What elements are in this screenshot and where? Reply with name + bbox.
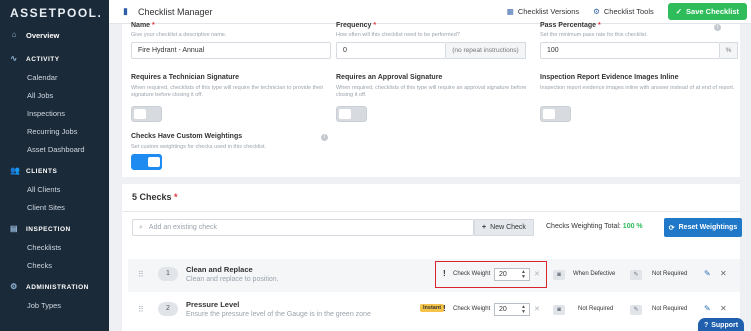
check-weight-input[interactable]: 20 ▲ ▼ xyxy=(494,303,530,316)
check-title: Clean and Replace xyxy=(186,265,253,274)
custom-weightings-label: Checks Have Custom Weightings xyxy=(131,133,243,140)
condition-value[interactable]: Not Required xyxy=(578,306,613,312)
top-bar: ▮ Checklist Manager ▦ Checklist Versions… xyxy=(109,0,751,24)
custom-weightings-toggle[interactable] xyxy=(131,154,162,170)
name-input[interactable]: Fire Hydrant - Annual xyxy=(131,42,331,59)
requirement-value[interactable]: Not Required xyxy=(652,271,687,277)
reset-weightings-button[interactable]: ⟳ Reset Weightings xyxy=(664,218,742,237)
pulse-icon: ∿ xyxy=(10,54,18,63)
name-hint: Give your checklist a descriptive name. xyxy=(131,32,227,38)
sidebar-item-client-sites[interactable]: Client Sites xyxy=(0,198,109,216)
sidebar-section-activity: ∿ ACTIVITY xyxy=(10,54,60,63)
pass-percentage-input[interactable]: 100 xyxy=(540,42,720,59)
sidebar-item-all-jobs[interactable]: All Jobs xyxy=(0,86,109,104)
sidebar-item-label: Overview xyxy=(26,30,60,40)
condition-value[interactable]: When Defective xyxy=(573,271,615,277)
pass-percentage-label: Pass Percentage * xyxy=(540,22,601,29)
warning-icon: ! xyxy=(443,304,446,313)
document-icon: ▮ xyxy=(123,6,128,16)
add-existing-check-input[interactable]: ⌕ Add an existing check xyxy=(132,219,474,236)
check-title: Pressure Level xyxy=(186,300,240,309)
frequency-label: Frequency * xyxy=(336,22,377,29)
camera-icon: ◙ xyxy=(553,305,565,315)
approval-signature-label: Requires an Approval Signature xyxy=(336,74,443,81)
new-check-button[interactable]: + New Check xyxy=(474,219,534,236)
frequency-addon: (no repeat instructions) xyxy=(446,42,526,59)
evidence-images-label: Inspection Report Evidence Images Inline xyxy=(540,74,679,81)
checklist-tools-button[interactable]: ⚙ Checklist Tools xyxy=(593,7,654,16)
check-icon: ✓ xyxy=(675,7,683,16)
check-row[interactable]: ⠿ 1 Clean and Replace Clean and replace … xyxy=(128,259,740,292)
sidebar-item-checklists[interactable]: Checklists xyxy=(0,238,109,256)
sidebar-item-asset-dashboard[interactable]: Asset Dashboard xyxy=(0,140,109,158)
help-icon: ? xyxy=(703,321,709,329)
pass-percentage-hint: Set the minimum pass rate for this check… xyxy=(540,32,648,38)
evidence-images-toggle[interactable] xyxy=(540,106,571,122)
check-weight-highlight-box xyxy=(435,261,547,288)
sidebar-section-clients: 👥 CLIENTS xyxy=(10,166,58,175)
sidebar-item-recurring-jobs[interactable]: Recurring Jobs xyxy=(0,122,109,140)
check-number: 1 xyxy=(158,267,178,281)
weighting-total: Checks Weighting Total: 100 % xyxy=(546,223,643,230)
checks-card: 5 Checks * ⌕ Add an existing check + New… xyxy=(122,184,742,331)
refresh-icon: ⟳ xyxy=(668,224,675,232)
check-row[interactable]: ⠿ 2 Pressure Level Ensure the pressure l… xyxy=(128,294,740,327)
check-number: 2 xyxy=(158,302,178,316)
drag-handle-icon[interactable]: ⠿ xyxy=(138,270,144,279)
requirement-value[interactable]: Not Required xyxy=(652,306,687,312)
sidebar-item-all-clients[interactable]: All Clients xyxy=(0,180,109,198)
name-label: Name * xyxy=(131,22,155,29)
checklist-settings-card: Name * Give your checklist a descriptive… xyxy=(122,22,740,177)
home-icon: ⌂ xyxy=(11,30,17,39)
remove-icon[interactable]: ✕ xyxy=(720,304,727,313)
remove-icon[interactable]: ✕ xyxy=(720,269,727,278)
clipboard-icon: ▤ xyxy=(10,224,19,233)
app-logo[interactable]: ASSETPOOL. xyxy=(0,0,109,26)
sidebar: ASSETPOOL. ⌂ Overview ∿ ACTIVITY Calenda… xyxy=(0,0,109,331)
evidence-images-hint: Inspection report evidence images inline… xyxy=(540,85,735,91)
checklist-versions-button[interactable]: ▦ Checklist Versions xyxy=(507,7,579,16)
sidebar-item-inspections[interactable]: Inspections xyxy=(0,104,109,122)
technician-signature-hint: When required, checklists of this type w… xyxy=(131,85,324,98)
technician-signature-label: Requires a Technician Signature xyxy=(131,74,240,81)
instant-badge: Instant xyxy=(420,304,445,312)
users-icon: 👥 xyxy=(10,166,21,175)
admin-icon: ⚙ xyxy=(10,282,18,291)
edit-icon[interactable]: ✎ xyxy=(704,304,711,313)
drag-handle-icon[interactable]: ⠿ xyxy=(138,305,144,314)
checks-heading: 5 Checks * xyxy=(132,192,178,202)
gear-icon: ⚙ xyxy=(593,7,600,16)
save-checklist-button[interactable]: ✓ Save Checklist xyxy=(667,3,747,20)
sidebar-section-administration: ⚙ ADMINISTRATION xyxy=(10,282,89,291)
stepper-icon[interactable]: ▲ ▼ xyxy=(521,304,526,315)
search-icon: ⌕ xyxy=(139,223,143,231)
frequency-input[interactable]: 0 xyxy=(336,42,446,59)
sidebar-item-job-types[interactable]: Job Types xyxy=(0,296,109,314)
percent-addon: % xyxy=(720,42,738,59)
calendar-icon: ▦ xyxy=(506,7,514,16)
camera-icon: ◙ xyxy=(553,270,565,280)
check-description: Clean and replace to position. xyxy=(186,276,279,283)
comment-icon: ✎ xyxy=(630,305,642,315)
sidebar-section-inspection: ▤ INSPECTION xyxy=(10,224,71,233)
support-button[interactable]: ? Support xyxy=(698,318,744,331)
sidebar-item-overview[interactable]: ⌂ Overview xyxy=(0,26,109,44)
custom-weightings-hint: Set custom weightings for checks used in… xyxy=(131,144,267,150)
approval-signature-hint: When required, checklists of this type w… xyxy=(336,85,527,98)
comment-icon: ✎ xyxy=(630,270,642,280)
pass-info-icon[interactable]: i xyxy=(714,24,721,31)
sidebar-item-calendar[interactable]: Calendar xyxy=(0,68,109,86)
clear-weight-icon[interactable]: ✕ xyxy=(534,305,540,313)
weightings-info-icon[interactable]: i xyxy=(321,134,328,141)
page-title: ▮ Checklist Manager xyxy=(123,6,213,17)
plus-icon: + xyxy=(482,224,487,231)
divider xyxy=(122,211,740,212)
frequency-hint: How often will this checklist need to be… xyxy=(336,32,460,38)
check-description: Ensure the pressure level of the Gauge i… xyxy=(186,311,371,318)
sidebar-item-checks[interactable]: Checks xyxy=(0,256,109,274)
check-weight-label: Check Weight xyxy=(453,306,491,312)
approval-signature-toggle[interactable] xyxy=(336,106,367,122)
technician-signature-toggle[interactable] xyxy=(131,106,162,122)
edit-icon[interactable]: ✎ xyxy=(704,269,711,278)
